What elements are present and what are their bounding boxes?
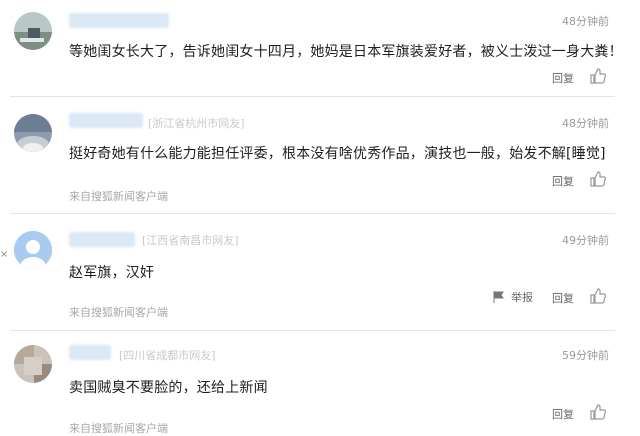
location-label: [四川省成都市网友] [119, 349, 216, 362]
avatar-landscape-icon[interactable] [14, 12, 52, 50]
comment-text: 挺好奇她有什么能力能担任评委，根本没有啥优秀作品，演技也一般，始发不解[睡觉] [69, 146, 606, 162]
thumbs-up-icon[interactable] [590, 68, 606, 84]
comment-time: 48分钟前 [562, 117, 609, 130]
username[interactable] [69, 13, 169, 28]
source-label: 来自搜狐新闻客户端 [69, 422, 168, 435]
location-label: [江西省南昌市网友] [142, 234, 239, 247]
source-label: 来自搜狐新闻客户端 [69, 306, 168, 319]
comment-time: 48分钟前 [562, 15, 609, 28]
comment-text: 等她闺女长大了，告诉她闺女十四月，她妈是日本军旗装爱好者，被义士泼过一身大粪！ [69, 44, 623, 60]
comment-text: 赵军旗，汉奸 [69, 265, 155, 281]
reply-button[interactable]: 回复 [552, 406, 574, 422]
divider [10, 330, 615, 331]
report-label: 举报 [511, 291, 533, 304]
reply-button[interactable]: 回复 [552, 173, 574, 189]
divider [10, 96, 615, 97]
reply-button[interactable]: 回复 [552, 290, 574, 306]
thumbs-up-icon[interactable] [590, 404, 606, 420]
comment-time: 49分钟前 [562, 234, 609, 247]
username[interactable] [69, 345, 111, 360]
comment-text: 卖国贼臭不要脸的，还给上新闻 [69, 380, 268, 396]
username[interactable] [69, 113, 143, 128]
flag-icon [493, 291, 504, 303]
reply-button[interactable]: 回复 [552, 70, 574, 86]
comment-time: 59分钟前 [562, 349, 609, 362]
avatar-blurred-photo-icon[interactable] [14, 345, 52, 383]
divider [10, 213, 615, 214]
source-label: 来自搜狐新闻客户端 [69, 190, 168, 203]
avatar-sunset-icon[interactable] [14, 114, 52, 152]
close-icon[interactable]: × [0, 249, 8, 260]
report-button[interactable]: 举报 [493, 289, 533, 305]
thumbs-up-icon[interactable] [590, 171, 606, 187]
avatar-default-person-icon[interactable] [14, 231, 52, 269]
thumbs-up-icon[interactable] [590, 288, 606, 304]
username[interactable] [69, 232, 135, 247]
location-label: [浙江省杭州市网友] [148, 117, 245, 130]
